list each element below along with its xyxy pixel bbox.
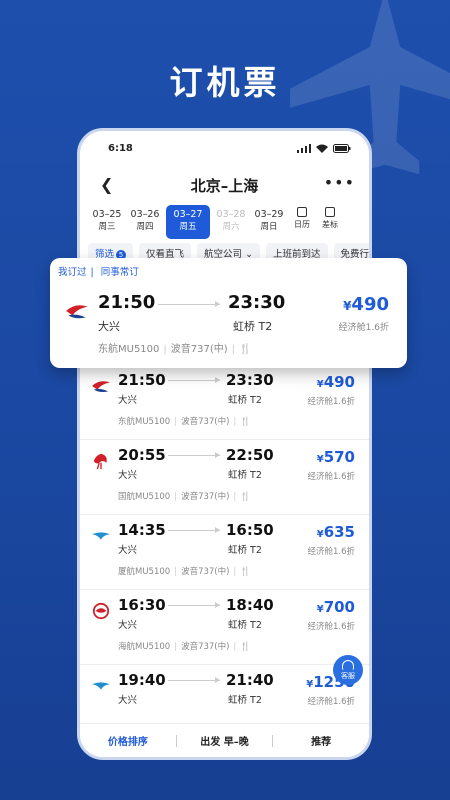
cabin-discount: 经济舱1.6折 <box>307 622 355 632</box>
sort-departure-button[interactable]: 出发 早–晚 <box>177 733 273 748</box>
recommend-button[interactable]: 推荐 <box>273 733 369 748</box>
status-bar: 6:18 <box>108 143 351 157</box>
date-tab[interactable]: 03–26 周四 <box>126 205 164 239</box>
price: ¥490 <box>343 294 389 315</box>
arr-time: 16:50 <box>226 521 274 539</box>
air-china-logo-icon <box>93 453 107 470</box>
arr-time: 23:30 <box>226 371 274 389</box>
date-tab[interactable]: 03–25 周三 <box>88 205 126 239</box>
battery-icon <box>333 144 351 153</box>
arr-time: 18:40 <box>226 596 274 614</box>
flight-row[interactable]: 16:30 18:40 大兴 虹桥 T2 海航MU5100 | 波音737(中) | 🍴… <box>80 590 369 665</box>
price: ¥700 <box>316 598 355 616</box>
xiamen-air-logo-icon <box>92 682 110 690</box>
arr-airport: 虹桥 T2 <box>228 695 262 706</box>
calendar-icon <box>297 207 307 217</box>
meal-icon: 🍴 <box>240 642 251 652</box>
cabin-discount: 经济舱1.6折 <box>307 397 355 407</box>
sort-price-button[interactable]: 价格排序 <box>80 733 176 748</box>
customer-service-button[interactable]: 客服 <box>333 655 363 685</box>
route-arrow <box>168 677 220 683</box>
china-eastern-logo-icon <box>66 305 88 319</box>
date-tab[interactable]: 03–29 周日 <box>250 205 288 239</box>
arr-airport: 虹桥 T2 <box>228 470 262 481</box>
dep-airport: 大兴 <box>118 620 138 631</box>
status-time: 6:18 <box>108 143 133 154</box>
meal-icon: 🍴 <box>239 344 252 355</box>
phone-frame: 6:18 ❮ 北京–上海 ••• 03–25 周三 03–26 周四 03–27 周五… <box>77 128 372 760</box>
arr-airport: 虹桥 T2 <box>228 620 262 631</box>
flight-info: 东航MU5100 | 波音737(中) | 🍴 <box>98 344 252 355</box>
route-arrow <box>168 602 220 608</box>
price: ¥490 <box>316 373 355 391</box>
arr-time: 22:50 <box>226 446 274 464</box>
dep-time: 16:30 <box>118 596 166 614</box>
dep-airport: 大兴 <box>98 320 120 333</box>
meal-icon: 🍴 <box>240 567 251 577</box>
headset-icon <box>342 660 354 670</box>
china-eastern-logo-icon <box>92 381 110 392</box>
dep-airport: 大兴 <box>118 395 138 406</box>
signal-icon <box>297 144 311 153</box>
cabin-discount: 经济舱1.6折 <box>307 547 355 557</box>
policy-icon <box>325 207 335 217</box>
tag-colleagues-booked: 同事常订 <box>100 267 139 278</box>
date-tab[interactable]: 03–28 周六 <box>212 205 250 239</box>
flight-row[interactable]: 14:35 16:50 大兴 虹桥 T2 厦航MU5100 | 波音737(中) | 🍴… <box>80 515 369 590</box>
flight-info: 国航MU5100 | 波音737(中) | 🍴 <box>118 492 251 502</box>
dep-airport: 大兴 <box>118 545 138 556</box>
route-arrow <box>168 527 220 533</box>
dep-time: 19:40 <box>118 671 166 689</box>
highlighted-flight-card[interactable]: 我订过 | 同事常订 21:50 23:30 大兴 虹桥 T2 东航MU5100 |… <box>50 258 407 368</box>
wifi-icon <box>316 144 328 153</box>
cabin-discount: 经济舱1.6折 <box>338 323 389 333</box>
flight-row[interactable]: 20:55 22:50 大兴 虹桥 T2 国航MU5100 | 波音737(中) | 🍴… <box>80 440 369 515</box>
arr-airport: 虹桥 T2 <box>228 395 262 406</box>
dep-time: 14:35 <box>118 521 166 539</box>
promo-title: 订机票 <box>169 63 281 102</box>
dep-airport: 大兴 <box>118 695 138 706</box>
dep-time: 21:50 <box>98 292 156 313</box>
dep-time: 20:55 <box>118 446 166 464</box>
meal-icon: 🍴 <box>240 417 251 427</box>
cabin-discount: 经济舱1.6折 <box>307 472 355 482</box>
route-arrow <box>168 452 220 458</box>
top-nav: ❮ 北京–上海 ••• <box>80 173 369 197</box>
arr-time: 21:40 <box>226 671 274 689</box>
arr-time: 23:30 <box>228 292 286 313</box>
calendar-button[interactable]: 日历 <box>288 205 316 239</box>
status-icons <box>297 144 351 153</box>
more-dots-icon[interactable]: ••• <box>324 173 355 192</box>
flight-info: 东航MU5100 | 波音737(中) | 🍴 <box>118 417 251 427</box>
route-arrow <box>158 301 220 307</box>
flight-info: 厦航MU5100 | 波音737(中) | 🍴 <box>118 567 251 577</box>
route-arrow <box>168 377 220 383</box>
flight-row[interactable]: 21:50 23:30 大兴 虹桥 T2 东航MU5100 | 波音737(中) | 🍴… <box>80 365 369 440</box>
price: ¥570 <box>316 448 355 466</box>
hainan-air-logo-icon <box>92 602 110 620</box>
dep-time: 21:50 <box>118 371 166 389</box>
bottom-sort-bar: 价格排序 出发 早–晚 推荐 <box>80 723 369 757</box>
cabin-discount: 经济舱1.6折 <box>307 697 355 707</box>
date-tab-selected[interactable]: 03–27 周五 <box>166 205 210 239</box>
arr-airport: 虹桥 T2 <box>233 320 273 333</box>
policy-button[interactable]: 差标 <box>316 205 344 239</box>
arr-airport: 虹桥 T2 <box>228 545 262 556</box>
date-selector: 03–25 周三 03–26 周四 03–27 周五 03–28 周六 03–29 周日 … <box>88 205 363 239</box>
dep-airport: 大兴 <box>118 470 138 481</box>
price: ¥635 <box>316 523 355 541</box>
meal-icon: 🍴 <box>240 492 251 502</box>
xiamen-air-logo-icon <box>92 532 110 540</box>
flight-tags: 我订过 | 同事常订 <box>58 267 139 278</box>
tag-booked-before: 我订过 <box>58 267 87 278</box>
flight-info: 海航MU5100 | 波音737(中) | 🍴 <box>118 642 251 652</box>
